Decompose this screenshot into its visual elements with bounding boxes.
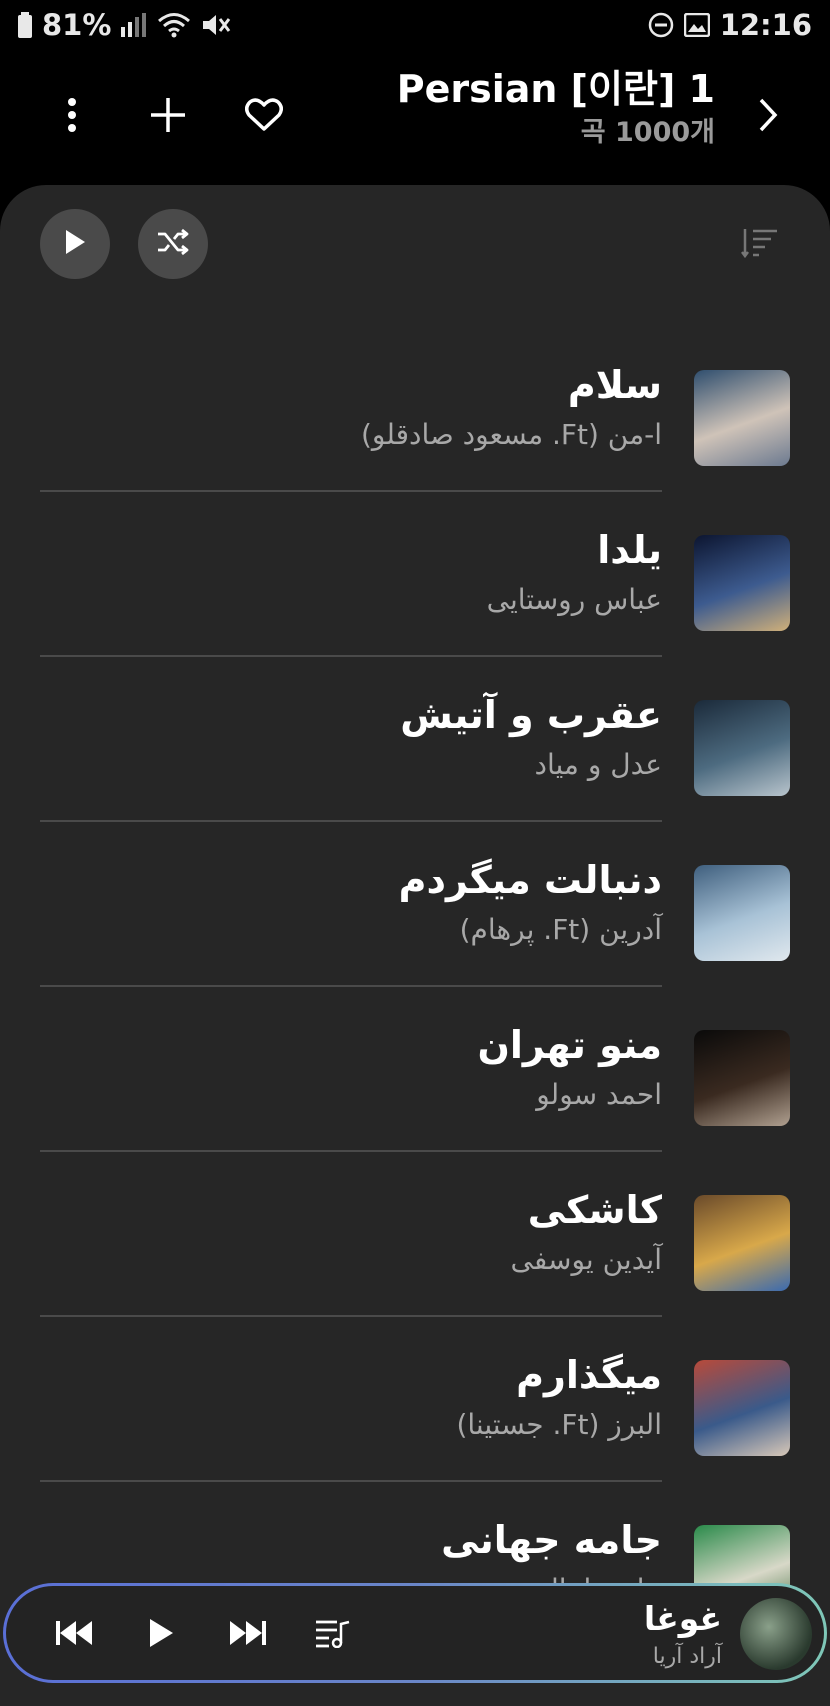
more-vertical-icon bbox=[67, 97, 77, 137]
favorite-button[interactable] bbox=[232, 85, 296, 149]
playlist-song-count: 곡 1000개 bbox=[580, 117, 715, 148]
song-text: یلدا عباس روستایی bbox=[487, 522, 662, 622]
playlist-detail-button[interactable] bbox=[736, 85, 800, 149]
plus-icon bbox=[149, 96, 187, 138]
album-art bbox=[694, 1030, 790, 1126]
previous-track-button[interactable] bbox=[46, 1606, 104, 1664]
song-text: دنبالت میگردم آدرین (Ft. پرهام) bbox=[399, 852, 662, 952]
song-artist: آدرین (Ft. پرهام) bbox=[459, 913, 662, 946]
skip-previous-icon bbox=[56, 1620, 94, 1650]
song-title: جامه جهانی bbox=[441, 1518, 662, 1562]
playback-controls bbox=[40, 209, 208, 279]
song-artist: ا-من (Ft. مسعود صادقلو) bbox=[360, 418, 662, 451]
album-art bbox=[694, 370, 790, 466]
album-art bbox=[694, 535, 790, 631]
song-row[interactable]: میگذارم البرز (Ft. جستینا) bbox=[0, 1317, 830, 1482]
sort-button[interactable] bbox=[730, 215, 790, 275]
battery-icon bbox=[18, 12, 32, 38]
play-icon bbox=[148, 1618, 174, 1652]
next-track-button[interactable] bbox=[218, 1606, 276, 1664]
mini-player-controls bbox=[46, 1606, 362, 1664]
song-text: کاشکی آیدین یوسفی bbox=[511, 1182, 663, 1282]
play-icon bbox=[64, 229, 86, 259]
music-app-screen: 81% 12:16 Persian [이란] 1 곡 1000개 سلام ا-… bbox=[0, 0, 830, 1706]
song-title: میگذارم bbox=[516, 1353, 662, 1397]
album-art bbox=[694, 1195, 790, 1291]
song-title: منو تهران bbox=[477, 1023, 662, 1067]
play-all-button[interactable] bbox=[40, 209, 110, 279]
song-artist: آیدین یوسفی bbox=[510, 1243, 663, 1276]
song-title: دنبالت میگردم bbox=[398, 858, 662, 902]
more-options-button[interactable] bbox=[40, 85, 104, 149]
add-button[interactable] bbox=[136, 85, 200, 149]
header-actions bbox=[40, 85, 296, 149]
signal-icon bbox=[121, 13, 147, 37]
song-artist: احمد سولو bbox=[536, 1078, 662, 1111]
heart-icon bbox=[245, 98, 283, 136]
now-playing-title: غوغا bbox=[643, 1599, 722, 1638]
status-right: 12:16 bbox=[648, 8, 812, 42]
song-title: یلدا bbox=[597, 528, 662, 572]
album-art bbox=[694, 865, 790, 961]
song-row[interactable]: کاشکی آیدین یوسفی bbox=[0, 1152, 830, 1317]
song-text: سلام ا-من (Ft. مسعود صادقلو) bbox=[361, 357, 662, 457]
playlist-header: Persian [이란] 1 곡 1000개 bbox=[0, 55, 830, 185]
wifi-icon bbox=[157, 12, 191, 38]
song-artist: عباس روستایی bbox=[486, 583, 662, 616]
mini-player[interactable]: غوغا آراد آریا bbox=[3, 1583, 827, 1683]
album-art bbox=[694, 1360, 790, 1456]
chevron-right-icon bbox=[758, 97, 778, 137]
song-title: عقرب و آتیش bbox=[400, 693, 662, 737]
shuffle-button[interactable] bbox=[138, 209, 208, 279]
mini-play-button[interactable] bbox=[132, 1606, 190, 1664]
shuffle-icon bbox=[156, 228, 190, 260]
skip-next-icon bbox=[228, 1620, 266, 1650]
queue-button[interactable] bbox=[304, 1606, 362, 1664]
album-art bbox=[694, 700, 790, 796]
song-row[interactable]: منو تهران احمد سولو bbox=[0, 987, 830, 1152]
song-text: منو تهران احمد سولو bbox=[477, 1017, 662, 1117]
song-text: میگذارم البرز (Ft. جستینا) bbox=[456, 1347, 662, 1447]
image-notification-icon bbox=[683, 13, 710, 37]
song-row[interactable]: یلدا عباس روستایی bbox=[0, 492, 830, 657]
now-playing-artist: آراد آریا bbox=[652, 1644, 722, 1669]
song-artist: البرز (Ft. جستینا) bbox=[456, 1408, 662, 1441]
sort-icon bbox=[741, 227, 779, 263]
queue-music-icon bbox=[315, 1618, 351, 1652]
song-title: کاشکی bbox=[527, 1188, 662, 1232]
song-row[interactable]: سلام ا-من (Ft. مسعود صادقلو) bbox=[0, 327, 830, 492]
song-row[interactable]: دنبالت میگردم آدرین (Ft. پرهام) bbox=[0, 822, 830, 987]
battery-percent: 81% bbox=[42, 8, 112, 42]
clock: 12:16 bbox=[719, 8, 812, 42]
dnd-icon bbox=[648, 12, 674, 38]
mute-icon bbox=[201, 12, 231, 38]
status-bar: 81% 12:16 bbox=[0, 0, 830, 50]
playlist-title: Persian [이란] 1 bbox=[396, 67, 715, 111]
song-row[interactable]: عقرب و آتیش عدل و میاد bbox=[0, 657, 830, 822]
song-title: سلام bbox=[567, 363, 662, 407]
now-playing-album-art bbox=[740, 1598, 812, 1670]
song-text: عقرب و آتیش عدل و میاد bbox=[400, 687, 662, 787]
playlist-title-block: Persian [이란] 1 곡 1000개 bbox=[397, 63, 715, 151]
song-list: سلام ا-من (Ft. مسعود صادقلو) یلدا عباس روست… bbox=[0, 327, 830, 1647]
song-artist: عدل و میاد bbox=[534, 748, 662, 781]
song-list-panel: سلام ا-من (Ft. مسعود صادقلو) یلدا عباس روست… bbox=[0, 185, 830, 1706]
status-left: 81% bbox=[18, 8, 231, 42]
now-playing-text: غوغا آراد آریا bbox=[644, 1596, 722, 1672]
